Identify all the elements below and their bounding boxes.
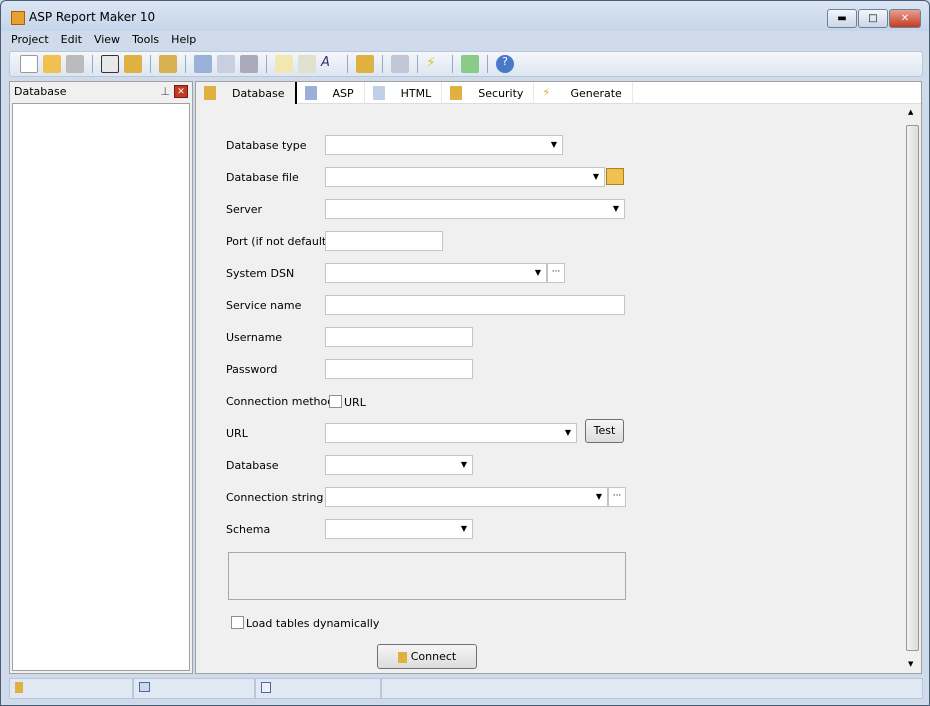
load-tables-checkbox[interactable] <box>231 616 244 629</box>
vertical-scrollbar[interactable]: ▲ ▼ <box>904 105 920 671</box>
close-button[interactable]: ✕ <box>889 9 921 28</box>
load-tables-label: Load tables dynamically <box>246 617 380 630</box>
connection-string-select[interactable]: ▼ <box>325 487 608 507</box>
app-icon <box>11 11 25 25</box>
lightning-icon: ⚡ <box>542 86 551 99</box>
menu-bar: Project Edit View Tools Help <box>11 33 196 46</box>
status-pane <box>381 678 923 699</box>
tab-html[interactable]: HTML <box>365 82 443 104</box>
server-select[interactable]: ▼ <box>325 199 625 219</box>
menu-view[interactable]: View <box>94 33 120 46</box>
database-label: Database <box>226 459 279 472</box>
database-type-label: Database type <box>226 139 307 152</box>
html-page-icon <box>372 86 385 100</box>
tab-bar: Database ASP HTML Security ⚡ Generate <box>196 82 921 104</box>
schema-label: Schema <box>226 523 271 536</box>
service-name-label: Service name <box>226 299 302 312</box>
test-button[interactable]: Test <box>585 419 624 443</box>
system-dsn-label: System DSN <box>226 267 295 280</box>
edit-icon[interactable] <box>298 55 316 73</box>
database-panel: Database ⊥ ✕ <box>9 81 193 674</box>
tab-asp[interactable]: ASP <box>297 82 365 104</box>
username-input[interactable] <box>325 327 473 347</box>
tab-security[interactable]: Security <box>442 82 535 104</box>
pin-icon[interactable]: ⊥ <box>160 85 170 98</box>
panel-close-icon[interactable]: ✕ <box>174 85 188 98</box>
grid-icon[interactable] <box>217 55 235 73</box>
tab-generate[interactable]: ⚡ Generate <box>534 82 633 104</box>
asp-page-icon <box>304 86 317 100</box>
status-page-icon <box>255 678 381 699</box>
password-label: Password <box>226 363 278 376</box>
menu-project[interactable]: Project <box>11 33 49 46</box>
minimize-button[interactable]: ▬ <box>827 9 857 28</box>
window-title: ASP Report Maker 10 <box>29 10 156 24</box>
align-icon[interactable] <box>391 55 409 73</box>
menu-edit[interactable]: Edit <box>61 33 82 46</box>
connection-string-browse-button[interactable]: ··· <box>608 487 626 507</box>
url-select[interactable]: ▼ <box>325 423 577 443</box>
tab-database[interactable]: Database <box>196 82 297 104</box>
main-panel: Database ASP HTML Security ⚡ Generate Dat… <box>195 81 922 674</box>
connect-database-icon[interactable] <box>159 55 177 73</box>
port-label: Port (if not default) <box>226 235 331 248</box>
url-checkbox[interactable] <box>329 395 342 408</box>
schema-select[interactable]: ▼ <box>325 519 473 539</box>
menu-tools[interactable]: Tools <box>132 33 159 46</box>
database-type-select[interactable]: ▼ <box>325 135 563 155</box>
database-icon <box>397 651 407 663</box>
server-label: Server <box>226 203 263 216</box>
url-label: URL <box>226 427 248 440</box>
username-label: Username <box>226 331 283 344</box>
copy-icon[interactable] <box>240 55 258 73</box>
help-icon[interactable]: ? <box>496 55 514 73</box>
menu-help[interactable]: Help <box>171 33 196 46</box>
panel-title: Database <box>14 85 67 98</box>
toolbar: A ⚡ ? <box>9 51 923 77</box>
open-project-icon[interactable] <box>43 55 61 73</box>
url-checkbox-label: URL <box>344 396 366 409</box>
service-name-input[interactable] <box>325 295 625 315</box>
app-window: ASP Report Maker 10 ▬ □ ✕ Project Edit V… <box>0 0 930 706</box>
maximize-button[interactable]: □ <box>858 9 888 28</box>
status-database-icon <box>9 678 133 699</box>
connect-button[interactable]: Connect <box>377 644 477 669</box>
database-icon <box>204 86 216 100</box>
password-input[interactable] <box>325 359 473 379</box>
status-bar <box>9 678 923 699</box>
message-box <box>228 552 626 600</box>
database-file-select[interactable]: ▼ <box>325 167 605 187</box>
refresh-icon[interactable] <box>461 55 479 73</box>
database-icon[interactable] <box>124 55 142 73</box>
status-table-icon <box>133 678 255 699</box>
connection-string-label: Connection string <box>226 491 324 504</box>
database-select[interactable]: ▼ <box>325 455 473 475</box>
system-dsn-select[interactable]: ▼ <box>325 263 547 283</box>
dsn-browse-button[interactable]: ··· <box>547 263 565 283</box>
browse-folder-icon[interactable] <box>606 168 624 185</box>
port-input[interactable] <box>325 231 443 251</box>
database-file-label: Database file <box>226 171 299 184</box>
font-icon[interactable]: A <box>321 55 339 73</box>
tree-view-icon[interactable] <box>101 55 119 73</box>
table-settings-icon[interactable] <box>194 55 212 73</box>
connection-method-label: Connection method <box>226 395 335 408</box>
database-tree[interactable] <box>12 103 190 671</box>
lock-icon[interactable] <box>356 55 374 73</box>
scrollbar-thumb[interactable] <box>906 125 919 651</box>
page-icon[interactable] <box>275 55 293 73</box>
save-icon[interactable] <box>66 55 84 73</box>
lightning-icon[interactable]: ⚡ <box>426 55 444 73</box>
lock-icon <box>450 86 463 100</box>
new-project-icon[interactable] <box>20 55 38 73</box>
